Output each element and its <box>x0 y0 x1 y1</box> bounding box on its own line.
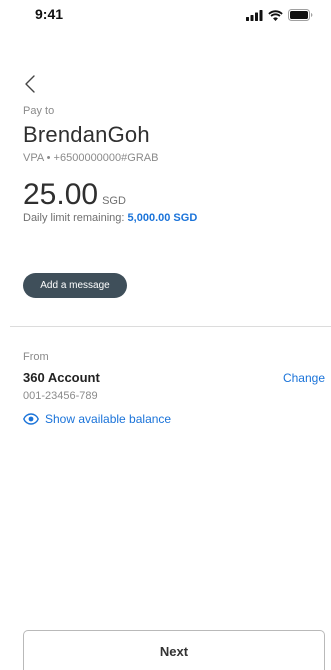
account-number: 001-23456-789 <box>23 390 98 402</box>
amount-currency: SGD <box>102 195 126 207</box>
signal-icon <box>246 9 263 21</box>
show-balance-label: Show available balance <box>45 412 172 426</box>
add-message-button[interactable]: Add a message <box>23 273 127 298</box>
account-name: 360 Account <box>23 370 100 385</box>
next-button[interactable]: Next <box>23 630 325 670</box>
show-balance-toggle[interactable]: Show available balance <box>23 412 171 426</box>
back-button[interactable] <box>24 72 46 96</box>
divider <box>10 326 331 327</box>
status-icons <box>246 9 313 21</box>
daily-limit-label: Daily limit remaining: <box>23 212 125 224</box>
from-label: From <box>23 351 49 363</box>
status-bar: 9:41 <box>0 0 331 34</box>
change-account-link[interactable]: Change <box>283 371 325 385</box>
eye-icon <box>23 413 39 425</box>
amount-display: 25.00 SGD <box>23 178 126 212</box>
payee-vpa: VPA • +6500000000#GRAB <box>23 152 159 164</box>
payee-name: BrendanGoh <box>23 122 150 147</box>
amount-value: 25.00 <box>23 178 99 211</box>
battery-icon <box>288 9 313 21</box>
daily-limit: Daily limit remaining: 5,000.00 SGD <box>23 212 197 224</box>
pay-to-label: Pay to <box>23 105 55 117</box>
daily-limit-value: 5,000.00 SGD <box>127 212 198 224</box>
wifi-icon <box>268 9 283 21</box>
chevron-left-icon <box>25 75 35 93</box>
status-time: 9:41 <box>35 6 64 22</box>
